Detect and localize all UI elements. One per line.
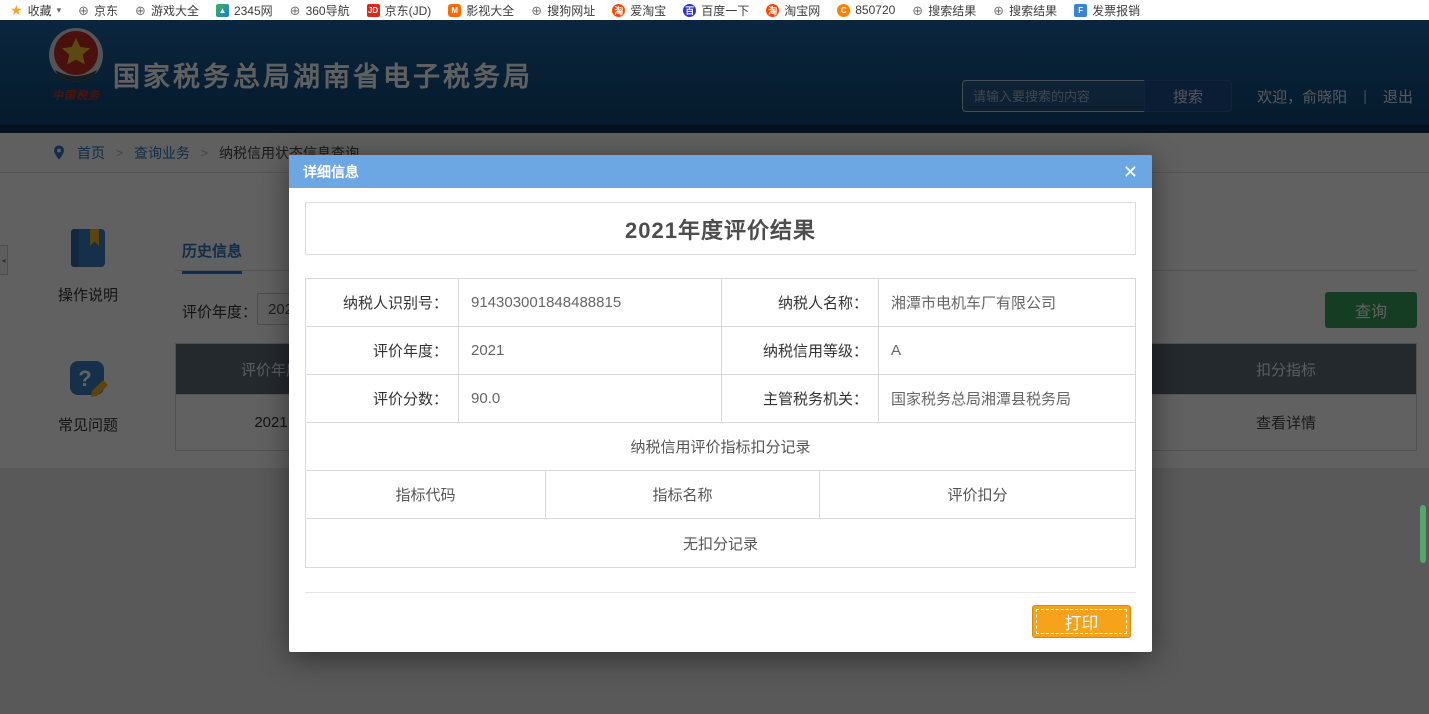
bookmark-video[interactable]: M 影视大全 [448,2,514,19]
column-indicator-code: 指标代码 [306,471,546,518]
bookmark-jd[interactable]: JD 京东(JD) [367,2,432,19]
tax-authority-value: 国家税务总局湘潭县税务局 [879,375,1135,422]
bookmark-favorites[interactable]: ★ 收藏 ▾ [10,2,61,19]
credit-grade-label: 纳税信用等级： [722,327,879,374]
globe-icon: ⊕ [78,4,89,17]
bookmark-label: 搜狗网址 [547,2,595,19]
globe-icon: ⊕ [912,4,923,17]
bookmark-label: 搜索结果 [1009,2,1057,19]
evaluation-score-label: 评价分数： [306,375,459,422]
invoice-icon: F [1074,4,1087,17]
bookmark-jingdong[interactable]: ⊕ 京东 [78,2,118,19]
bookmark-label: 爱淘宝 [630,2,666,19]
evaluation-info-table: 纳税人识别号： 914303001848488815 纳税人名称： 湘潭市电机车… [305,278,1136,568]
taxpayer-name-value: 湘潭市电机车厂有限公司 [879,279,1135,326]
bookmark-baidu[interactable]: 百 百度一下 [683,2,749,19]
column-indicator-name: 指标名称 [546,471,820,518]
deduction-section-title: 纳税信用评价指标扣分记录 [306,423,1135,470]
chevron-down-icon: ▾ [57,5,62,16]
modal-footer-divider [305,592,1136,593]
bookmark-label: 游戏大全 [151,2,199,19]
bookmark-search-result-1[interactable]: ⊕ 搜索结果 [912,2,976,19]
bookmark-sogou[interactable]: ⊕ 搜狗网址 [531,2,595,19]
taobao-icon: 淘 [612,4,625,17]
credit-grade-value: A [879,327,1135,374]
bookmark-label: 京东(JD) [385,2,432,19]
evaluation-year-label: 评价年度： [306,327,459,374]
bookmark-label: 影视大全 [466,2,514,19]
swirl-icon: C [837,4,850,17]
bookmark-label: 淘宝网 [784,2,820,19]
taxpayer-id-label: 纳税人识别号： [306,279,459,326]
globe-icon: ⊕ [531,4,542,17]
tax-authority-label: 主管税务机关： [722,375,879,422]
globe-icon: ⊕ [993,4,1004,17]
bookmark-label: 百度一下 [701,2,749,19]
video-icon: M [448,4,461,17]
bookmark-label: 搜索结果 [928,2,976,19]
jd-icon: JD [367,4,380,17]
bookmark-360nav[interactable]: ⊕ 360导航 [290,2,350,19]
bookmark-label: 2345网 [234,2,273,19]
table-row: 评价年度： 2021 纳税信用等级： A [306,327,1135,375]
bookmark-850720[interactable]: C 850720 [837,3,895,17]
close-icon[interactable]: ✕ [1123,163,1138,181]
modal-title: 详细信息 [303,162,359,182]
bookmark-label: 发票报销 [1092,2,1140,19]
baidu-icon: 百 [683,4,696,17]
column-evaluation-deduction: 评价扣分 [820,471,1135,518]
2345-icon: ▲ [216,4,229,17]
bookmark-aitaobao[interactable]: 淘 爱淘宝 [612,2,666,19]
taobao-icon: 淘 [766,4,779,17]
bookmark-label: 收藏 [28,2,52,19]
globe-icon: ⊕ [135,4,146,17]
detail-modal: 详细信息 ✕ 2021年度评价结果 纳税人识别号： 91430300184848… [289,155,1152,652]
bookmark-label: 京东 [94,2,118,19]
bookmark-invoice[interactable]: F 发票报销 [1074,2,1140,19]
modal-titlebar: 详细信息 ✕ [289,155,1152,188]
result-heading: 2021年度评价结果 [625,213,816,245]
table-row: 纳税信用评价指标扣分记录 [306,423,1135,471]
table-row: 评价分数： 90.0 主管税务机关： 国家税务总局湘潭县税务局 [306,375,1135,423]
screen: ★ 收藏 ▾ ⊕ 京东 ⊕ 游戏大全 ▲ 2345网 ⊕ 360导航 JD 京东… [0,0,1429,714]
bookmark-2345[interactable]: ▲ 2345网 [216,2,273,19]
bookmarks-bar: ★ 收藏 ▾ ⊕ 京东 ⊕ 游戏大全 ▲ 2345网 ⊕ 360导航 JD 京东… [0,0,1429,20]
evaluation-year-value: 2021 [459,327,722,374]
star-icon: ★ [10,3,23,17]
taxpayer-name-label: 纳税人名称： [722,279,879,326]
bookmark-games[interactable]: ⊕ 游戏大全 [135,2,199,19]
table-row: 无扣分记录 [306,519,1135,567]
bookmark-label: 360导航 [306,2,350,19]
table-row: 指标代码 指标名称 评价扣分 [306,471,1135,519]
bookmark-search-result-2[interactable]: ⊕ 搜索结果 [993,2,1057,19]
result-heading-box: 2021年度评价结果 [305,202,1136,255]
page-body: 中国税务 国家税务总局湖南省电子税务局 搜索 欢迎，俞晓阳 | 退出 首页 > … [0,20,1429,714]
bookmark-label: 850720 [855,3,895,17]
bookmark-taobao[interactable]: 淘 淘宝网 [766,2,820,19]
no-deduction-record-text: 无扣分记录 [306,519,1135,567]
taxpayer-id-value: 914303001848488815 [459,279,722,326]
table-row: 纳税人识别号： 914303001848488815 纳税人名称： 湘潭市电机车… [306,279,1135,327]
evaluation-score-value: 90.0 [459,375,722,422]
print-button[interactable]: 打印 [1032,605,1131,638]
scrollbar-thumb[interactable] [1420,505,1426,563]
globe-icon: ⊕ [290,4,301,17]
